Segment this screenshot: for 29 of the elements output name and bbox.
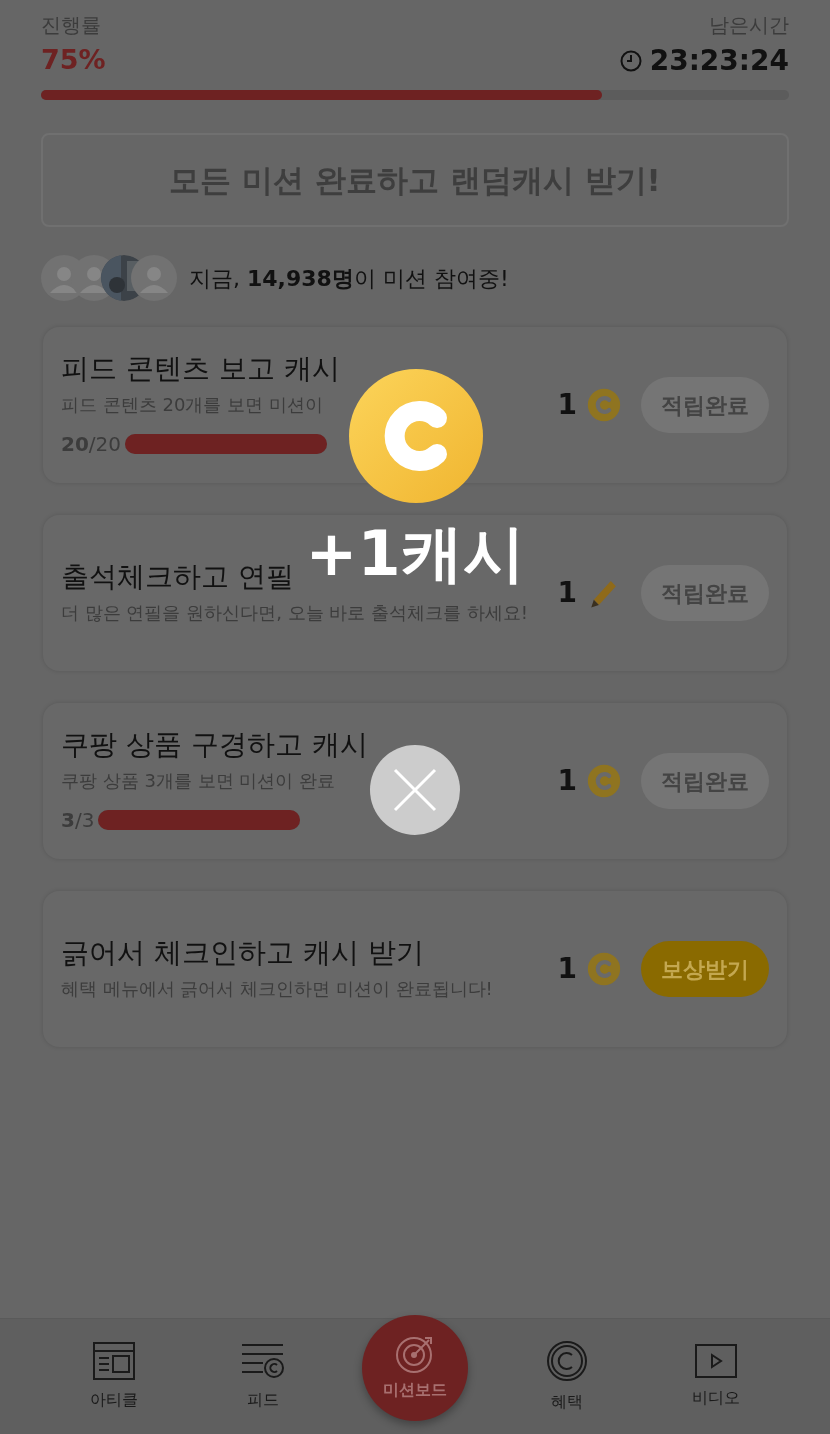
mission-title: 긁어서 체크인하고 캐시 받기 — [61, 935, 424, 971]
article-icon — [93, 1341, 136, 1380]
copyright-icon — [545, 1339, 588, 1382]
reward-amount: 1 — [557, 951, 577, 987]
reward-amount: 1 — [557, 575, 577, 611]
nav-tab[interactable]: 아티클 — [64, 1341, 165, 1412]
mission-title: 쿠팡 상품 구경하고 캐시 — [61, 727, 368, 763]
coin-icon — [587, 764, 621, 798]
nav-tab[interactable]: 혜택 — [516, 1339, 617, 1414]
claim-reward-button[interactable]: 보상받기 — [641, 941, 769, 997]
coin-icon — [348, 368, 484, 504]
reward-amount: 1 — [557, 387, 577, 423]
reward-popup-text: +1캐시 — [305, 522, 525, 586]
nav-tab[interactable]: 미션보드 — [362, 1314, 468, 1421]
mission-title: 피드 콘텐츠 보고 캐시 — [61, 351, 340, 387]
close-icon — [393, 768, 437, 812]
clock-icon — [619, 50, 642, 72]
nav-tab[interactable]: 피드 — [213, 1341, 314, 1412]
progress-percent: 75% — [41, 43, 106, 77]
feed-icon — [241, 1341, 286, 1380]
nav-tab[interactable]: 비디오 — [665, 1343, 766, 1410]
mission-title: 출석체크하고 연필 — [61, 559, 294, 595]
participants-text: 지금, 14,938명이 미션 참여중! — [189, 264, 509, 293]
video-icon — [694, 1343, 737, 1378]
coin-icon — [587, 952, 621, 986]
reward-amount: 1 — [557, 763, 577, 799]
coin-icon — [587, 388, 621, 422]
remaining-time: 23:23:24 — [649, 43, 789, 79]
avatar-icon — [131, 255, 177, 301]
